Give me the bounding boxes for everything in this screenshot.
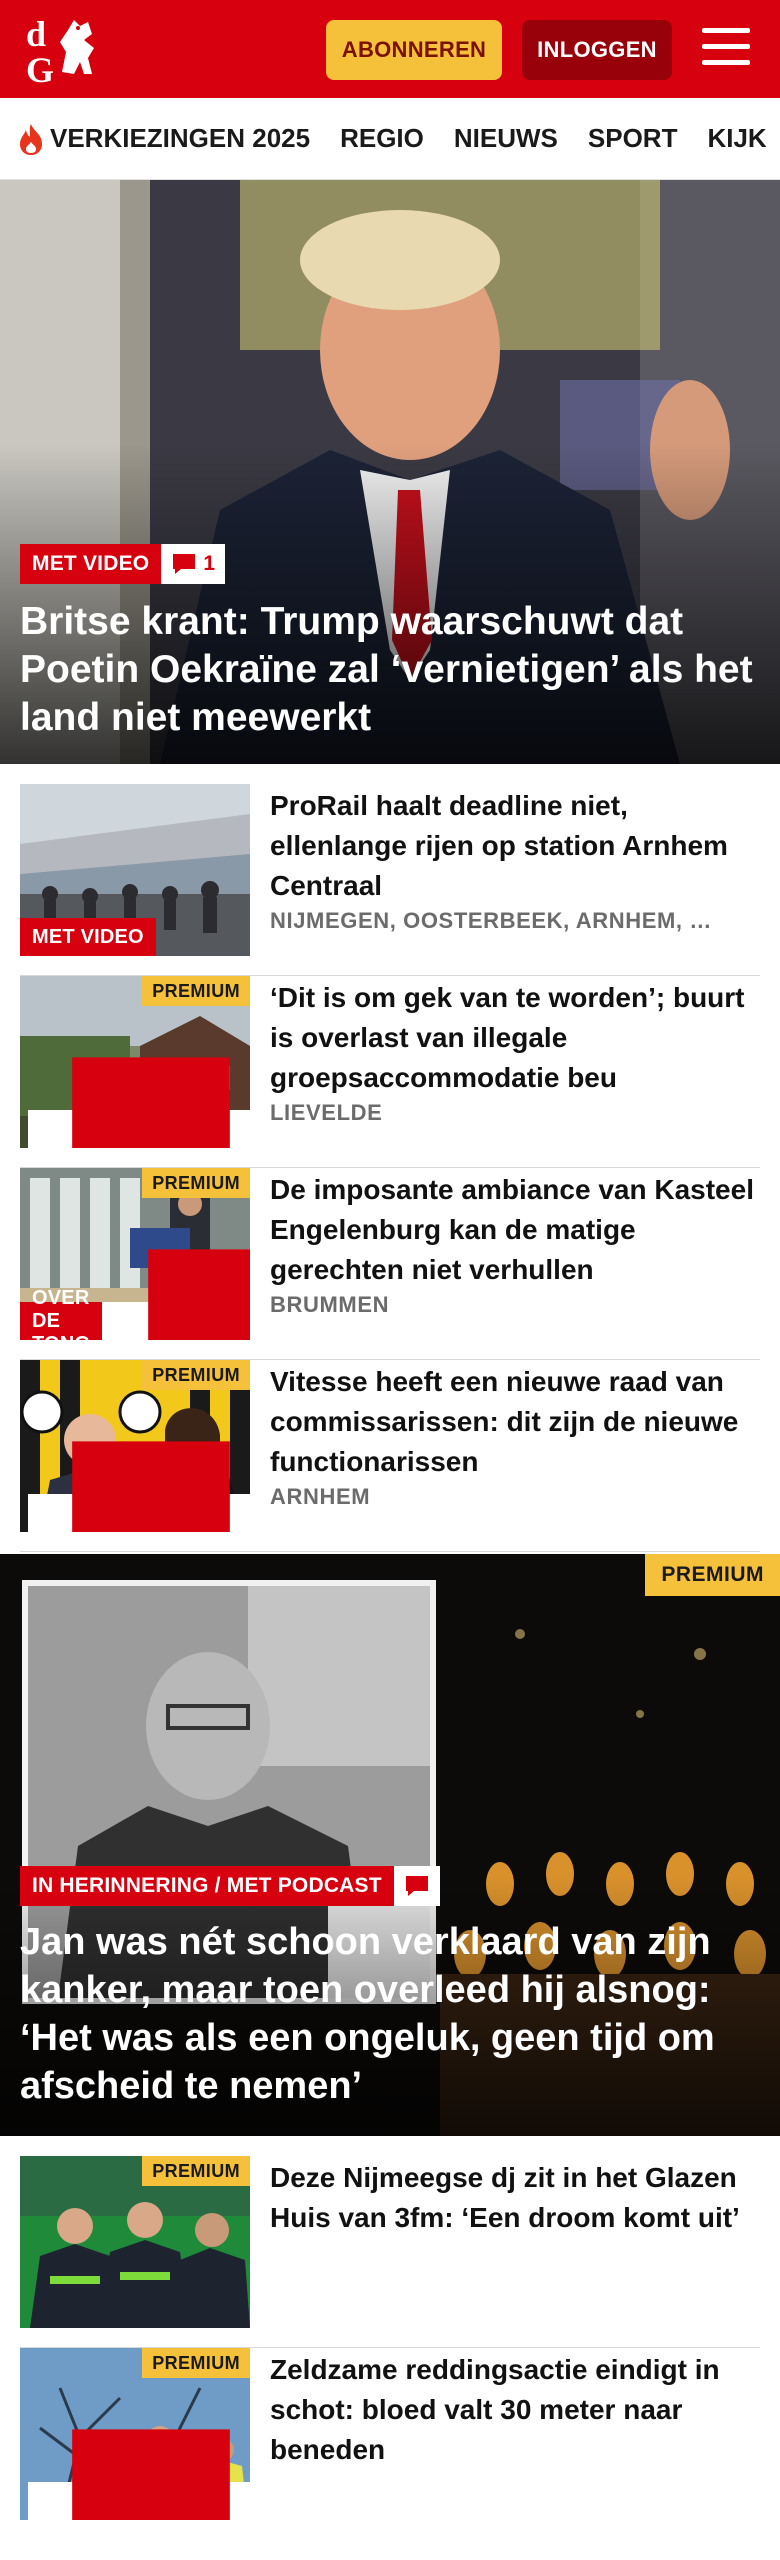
category-badge: OVER DE TONG [20, 1287, 103, 1340]
video-badge: MET VIDEO [20, 544, 162, 584]
nav-item-verkiezingen[interactable]: VERKIEZINGEN 2025 [16, 122, 310, 156]
premium-badge: PREMIUM [142, 1168, 250, 1198]
article-location: ARNHEM [270, 1484, 371, 1509]
comment-icon [173, 554, 196, 574]
hero-article[interactable]: MET VIDEO 1 Britse krant: Trump waarschu… [0, 180, 780, 764]
comment-icon [405, 1876, 428, 1896]
site-logo[interactable]: d G [22, 12, 118, 90]
nav-label: VERKIEZINGEN 2025 [50, 123, 311, 153]
article-title[interactable]: Deze Nijmeegse dj zit in het Glazen Huis… [270, 2158, 760, 2238]
article-title[interactable]: ‘Dit is om gek van te worden’; buurt is … [270, 978, 760, 1098]
list-item[interactable]: PREMIUM Zeldzame reddingsactie eindigt i… [20, 2348, 760, 2540]
premium-badge: PREMIUM [142, 976, 250, 1006]
category-badge: IN HERINNERING / MET PODCAST [20, 1866, 394, 1906]
menu-icon[interactable] [700, 24, 752, 72]
list-item[interactable]: MET VIDEO ProRail haalt deadline niet, e… [20, 784, 760, 976]
list-item[interactable]: PREMIUM 2 ‘Dit is om gek van te worden’;… [20, 976, 760, 1168]
video-badge: MET VIDEO [20, 918, 156, 956]
comment-count-badge[interactable]: 1 [161, 544, 225, 584]
nav-item-nieuws[interactable]: NIEUWS [454, 123, 558, 154]
comment-icon [72, 1441, 230, 1532]
article-title[interactable]: ProRail haalt deadline niet, ellenlange … [270, 786, 760, 906]
list-item[interactable]: PREMIUM Deze Nijmeegse dj zit in het Gla… [20, 2156, 760, 2348]
article-thumbnail: PREMIUM OVER DE TONG [20, 1168, 250, 1340]
login-button[interactable]: INLOGGEN [522, 20, 672, 80]
comment-count-badge[interactable] [102, 1249, 250, 1340]
site-header: d G ABONNEREN INLOGGEN [0, 0, 780, 98]
feature-badges: IN HERINNERING / MET PODCAST [20, 1866, 440, 1906]
article-thumbnail: PREMIUM [20, 2348, 250, 2520]
section-nav: VERKIEZINGEN 2025 REGIO NIEUWS SPORT KIJ… [0, 98, 780, 180]
article-title[interactable]: Vitesse heeft een nieuwe raad van commis… [270, 1362, 760, 1482]
article-title[interactable]: Zeldzame reddingsactie eindigt in schot:… [270, 2350, 760, 2470]
article-location: LIEVELDE [270, 1100, 383, 1125]
premium-badge: PREMIUM [142, 1360, 250, 1390]
svg-text:d: d [26, 14, 46, 54]
list-item[interactable]: PREMIUM 1 Vitesse heeft een nieuwe raad … [20, 1360, 760, 1552]
hero-title[interactable]: Britse krant: Trump waarschuwt dat Poeti… [20, 598, 760, 742]
comment-count: 1 [203, 552, 215, 575]
premium-badge: PREMIUM [142, 2348, 250, 2378]
premium-badge: PREMIUM [142, 2156, 250, 2186]
nav-item-sport[interactable]: SPORT [588, 123, 678, 154]
comment-icon [72, 2429, 230, 2520]
comment-icon [72, 1057, 230, 1148]
article-location: NIJMEGEN, OOSTERBEEK, ARNHEM, … [270, 908, 712, 933]
comment-icon [148, 1249, 250, 1340]
article-thumbnail: PREMIUM 1 [20, 1360, 250, 1532]
article-title[interactable]: De imposante ambiance van Kasteel Engele… [270, 1170, 760, 1290]
article-thumbnail: MET VIDEO [20, 784, 250, 956]
article-thumbnail: PREMIUM [20, 2156, 250, 2328]
comment-count-badge[interactable] [393, 1866, 440, 1906]
nav-item-regio[interactable]: REGIO [340, 123, 424, 154]
article-thumbnail: PREMIUM 2 [20, 976, 250, 1148]
feature-title[interactable]: Jan was nét schoon verklaard van zijn ka… [20, 1918, 760, 2110]
flame-icon [20, 123, 42, 155]
article-location: BRUMMEN [270, 1292, 390, 1317]
comment-count-badge[interactable]: 2 [28, 1057, 250, 1148]
subscribe-button[interactable]: ABONNEREN [326, 20, 502, 80]
list-item[interactable]: PREMIUM OVER DE TONG De imposante ambian… [20, 1168, 760, 1360]
comment-count-badge[interactable]: 1 [28, 1441, 250, 1532]
hero-badges: MET VIDEO 1 [20, 544, 225, 584]
nav-item-kijk[interactable]: KIJK [707, 123, 766, 154]
premium-badge: PREMIUM [645, 1554, 780, 1596]
comment-count-badge[interactable] [28, 2429, 250, 2520]
svg-text:G: G [26, 50, 54, 88]
